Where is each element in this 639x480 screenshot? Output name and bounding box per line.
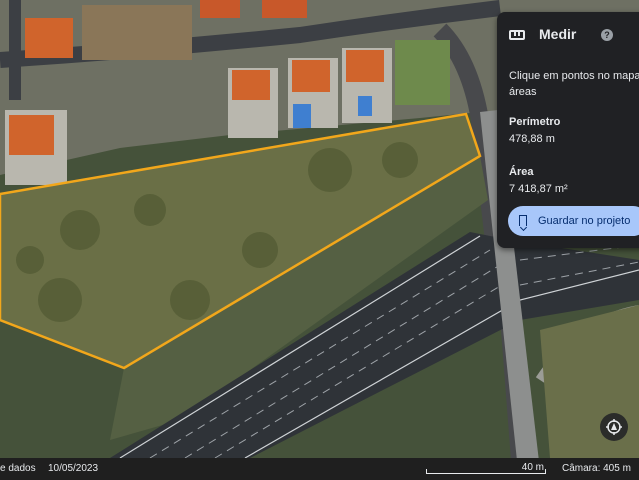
imagery-date: 10/05/2023	[48, 463, 99, 474]
data-attribution-link[interactable]: e dados	[0, 463, 36, 474]
perimeter-label: Perímetro	[509, 116, 561, 128]
compass-button[interactable]	[600, 413, 628, 441]
measure-header: Medir ?	[509, 26, 639, 46]
area-label: Área	[509, 166, 534, 178]
map-footer: e dados 10/05/2023 40 m Câmara: 405 m	[0, 458, 639, 480]
measure-instruction: Clique em pontos no mapa áreas	[509, 68, 639, 100]
ruler-icon	[509, 30, 525, 40]
instruction-line-1: Clique em pontos no mapa	[509, 70, 639, 82]
save-to-project-button[interactable]: Guardar no projeto	[508, 206, 639, 236]
compass-icon	[606, 419, 622, 435]
measure-panel: Medir ? Clique em pontos no mapa áreas P…	[497, 12, 639, 248]
save-to-project-label: Guardar no projeto	[538, 215, 631, 227]
perimeter-value: 478,88 m	[509, 133, 555, 145]
camera-altitude: Câmara: 405 m	[562, 463, 631, 474]
help-icon[interactable]: ?	[601, 29, 613, 41]
measure-title: Medir	[539, 26, 577, 42]
scale-indicator[interactable]: 40 m	[426, 460, 548, 476]
instruction-line-2: áreas	[509, 86, 537, 98]
area-value: 7 418,87 m²	[509, 183, 568, 195]
scale-bar	[426, 469, 546, 474]
map-view[interactable]: Medir ? Clique em pontos no mapa áreas P…	[0, 0, 639, 480]
bookmark-icon	[519, 215, 527, 226]
